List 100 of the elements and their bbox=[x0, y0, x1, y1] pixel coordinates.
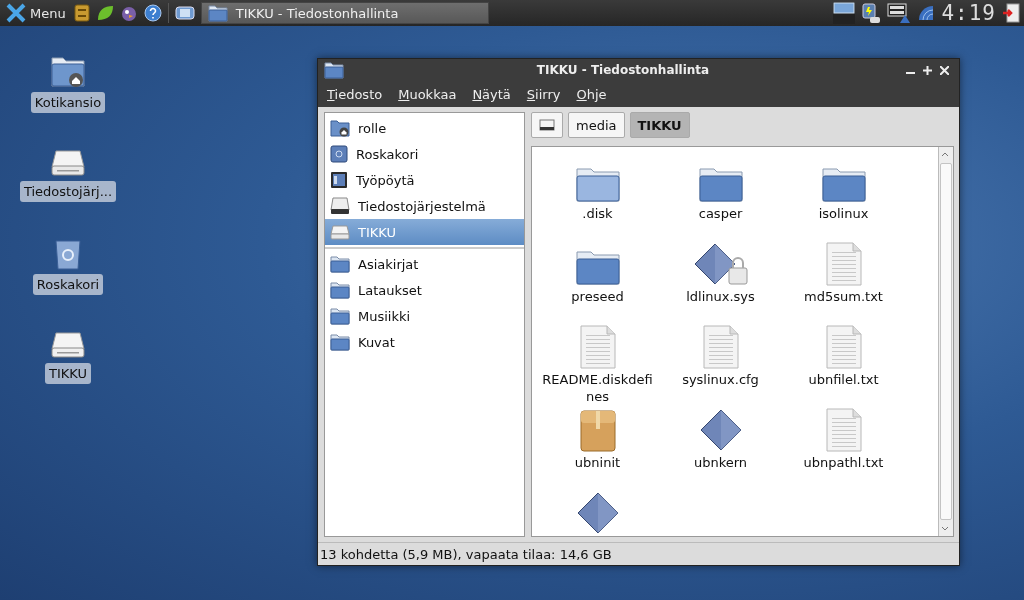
file-cabinet-icon[interactable] bbox=[73, 4, 90, 22]
file-item[interactable]: ubnpathl.txt bbox=[782, 408, 905, 491]
sidebar-item-label: Lataukset bbox=[358, 282, 422, 298]
executable-icon bbox=[698, 408, 743, 452]
folder-icon bbox=[330, 333, 350, 351]
sidebar-item[interactable]: Asiakirjat bbox=[325, 251, 524, 277]
workspace-pager[interactable] bbox=[833, 2, 856, 24]
sidebar-item-label: Kuvat bbox=[358, 334, 395, 350]
folder-icon bbox=[574, 167, 621, 203]
file-item[interactable]: preseed bbox=[536, 242, 659, 325]
file-item[interactable]: isolinux bbox=[782, 159, 905, 242]
folder-icon bbox=[330, 281, 350, 299]
sidebar-item[interactable]: Työpöytä bbox=[325, 167, 524, 193]
leaf-icon[interactable] bbox=[95, 4, 114, 22]
folder-icon bbox=[330, 255, 350, 273]
desktop-icon-label[interactable]: Roskakori bbox=[32, 274, 104, 295]
drive-icon bbox=[330, 197, 350, 215]
network-icon bbox=[887, 2, 912, 24]
text-file-icon bbox=[825, 242, 862, 286]
file-name: syslinux.cfg bbox=[681, 371, 760, 388]
path-button[interactable]: TIKKU bbox=[629, 112, 690, 138]
file-name: README.diskdefines bbox=[541, 371, 654, 405]
desktop-icon-label[interactable]: Tiedostojärj... bbox=[19, 181, 117, 202]
sidebar-item-label: rolle bbox=[358, 120, 387, 136]
file-item[interactable]: casper bbox=[659, 159, 782, 242]
window-title: TIKKU - Tiedostonhallinta bbox=[535, 63, 711, 77]
folder-icon bbox=[330, 307, 350, 325]
executable-icon bbox=[575, 491, 620, 535]
trash-icon bbox=[330, 145, 348, 163]
folder-icon bbox=[207, 4, 228, 22]
file-name: ubninit bbox=[573, 454, 622, 471]
drive-icon bbox=[539, 119, 555, 131]
file-item[interactable]: md5sum.txt bbox=[782, 242, 905, 325]
drive-icon bbox=[51, 149, 85, 177]
path-root-button[interactable] bbox=[531, 112, 563, 138]
folder-icon bbox=[820, 167, 867, 203]
text-file-icon bbox=[702, 325, 739, 369]
sidebar-item[interactable]: Musiikki bbox=[325, 303, 524, 329]
sidebar-item[interactable]: rolle bbox=[325, 115, 524, 141]
file-item[interactable]: README.diskdefines bbox=[536, 325, 659, 408]
status-bar: 13 kohdetta (5,9 MB), vapaata tilaa: 14,6 GB bbox=[318, 542, 959, 565]
file-name: isolinux bbox=[817, 205, 870, 222]
desktop-icon-label[interactable]: Kotikansio bbox=[30, 92, 106, 113]
sidebar-item-label: Musiikki bbox=[358, 308, 411, 324]
file-name: ubnpathl.txt bbox=[802, 454, 885, 471]
file-name: preseed bbox=[570, 288, 625, 305]
menu-item[interactable]: Siirry bbox=[526, 86, 561, 102]
file-name: ubnfilel.txt bbox=[807, 371, 880, 388]
file-item[interactable]: syslinux.cfg bbox=[659, 325, 782, 408]
x-logo-icon bbox=[6, 3, 26, 23]
sidebar-item-label: Asiakirjat bbox=[358, 256, 419, 272]
package-icon bbox=[579, 410, 616, 452]
wireless-icon bbox=[917, 4, 936, 22]
sidebar-item-label: Roskakori bbox=[356, 146, 419, 162]
file-name: .disk bbox=[581, 205, 614, 222]
drive-icon bbox=[330, 224, 350, 240]
menu-button[interactable]: Menu bbox=[4, 1, 68, 25]
text-file-icon bbox=[825, 408, 862, 452]
home-folder-icon bbox=[330, 119, 350, 137]
desktop-icon-label[interactable]: TIKKU bbox=[45, 363, 91, 384]
locked-executable-icon bbox=[692, 242, 749, 286]
text-file-icon bbox=[579, 325, 616, 369]
desktop-icon bbox=[330, 171, 348, 189]
clock: 4:19 bbox=[941, 1, 996, 25]
menu-item[interactable]: Ohje bbox=[576, 86, 607, 102]
battery-icon bbox=[861, 2, 882, 24]
menu-item[interactable]: Tiedosto bbox=[327, 86, 383, 102]
bird-icon[interactable] bbox=[119, 4, 138, 22]
file-name: md5sum.txt bbox=[803, 288, 884, 305]
folder-icon bbox=[697, 167, 744, 203]
home-folder-icon bbox=[50, 56, 86, 88]
folder-icon bbox=[574, 250, 621, 286]
file-name: ubnkern bbox=[692, 454, 749, 471]
maximize-icon bbox=[923, 66, 932, 75]
menu-item[interactable]: Muokkaa bbox=[398, 86, 457, 102]
scrollbar[interactable] bbox=[938, 147, 953, 536]
menu-item[interactable]: Näytä bbox=[472, 86, 511, 102]
file-item[interactable]: ubninit bbox=[536, 408, 659, 491]
logout-icon[interactable] bbox=[1002, 3, 1020, 23]
sidebar-item-label: Tiedostojärjestelmä bbox=[358, 198, 486, 214]
sidebar-item[interactable]: Roskakori bbox=[325, 141, 524, 167]
folder-icon bbox=[324, 61, 344, 79]
file-item[interactable]: ubnkern bbox=[659, 408, 782, 491]
show-desktop-icon[interactable] bbox=[174, 5, 195, 21]
sidebar-item[interactable]: Lataukset bbox=[325, 277, 524, 303]
file-item[interactable]: .disk bbox=[536, 159, 659, 242]
help-icon[interactable] bbox=[143, 4, 162, 22]
text-file-icon bbox=[825, 325, 862, 369]
trash-icon bbox=[53, 238, 83, 270]
close-icon bbox=[940, 66, 949, 75]
sidebar-item[interactable]: Kuvat bbox=[325, 329, 524, 355]
sidebar-item[interactable]: Tiedostojärjestelmä bbox=[325, 193, 524, 219]
file-item[interactable]: ubnfilel.txt bbox=[782, 325, 905, 408]
sidebar-item-label: TIKKU bbox=[358, 224, 396, 240]
file-name: ldlinux.sys bbox=[685, 288, 756, 305]
file-item[interactable]: ldlinux.sys bbox=[659, 242, 782, 325]
drive-icon bbox=[51, 331, 85, 359]
path-button[interactable]: media bbox=[568, 112, 625, 138]
sidebar-item-label: Työpöytä bbox=[356, 172, 415, 188]
taskbar-window-button[interactable]: TIKKU - Tiedostonhallinta bbox=[200, 2, 489, 24]
